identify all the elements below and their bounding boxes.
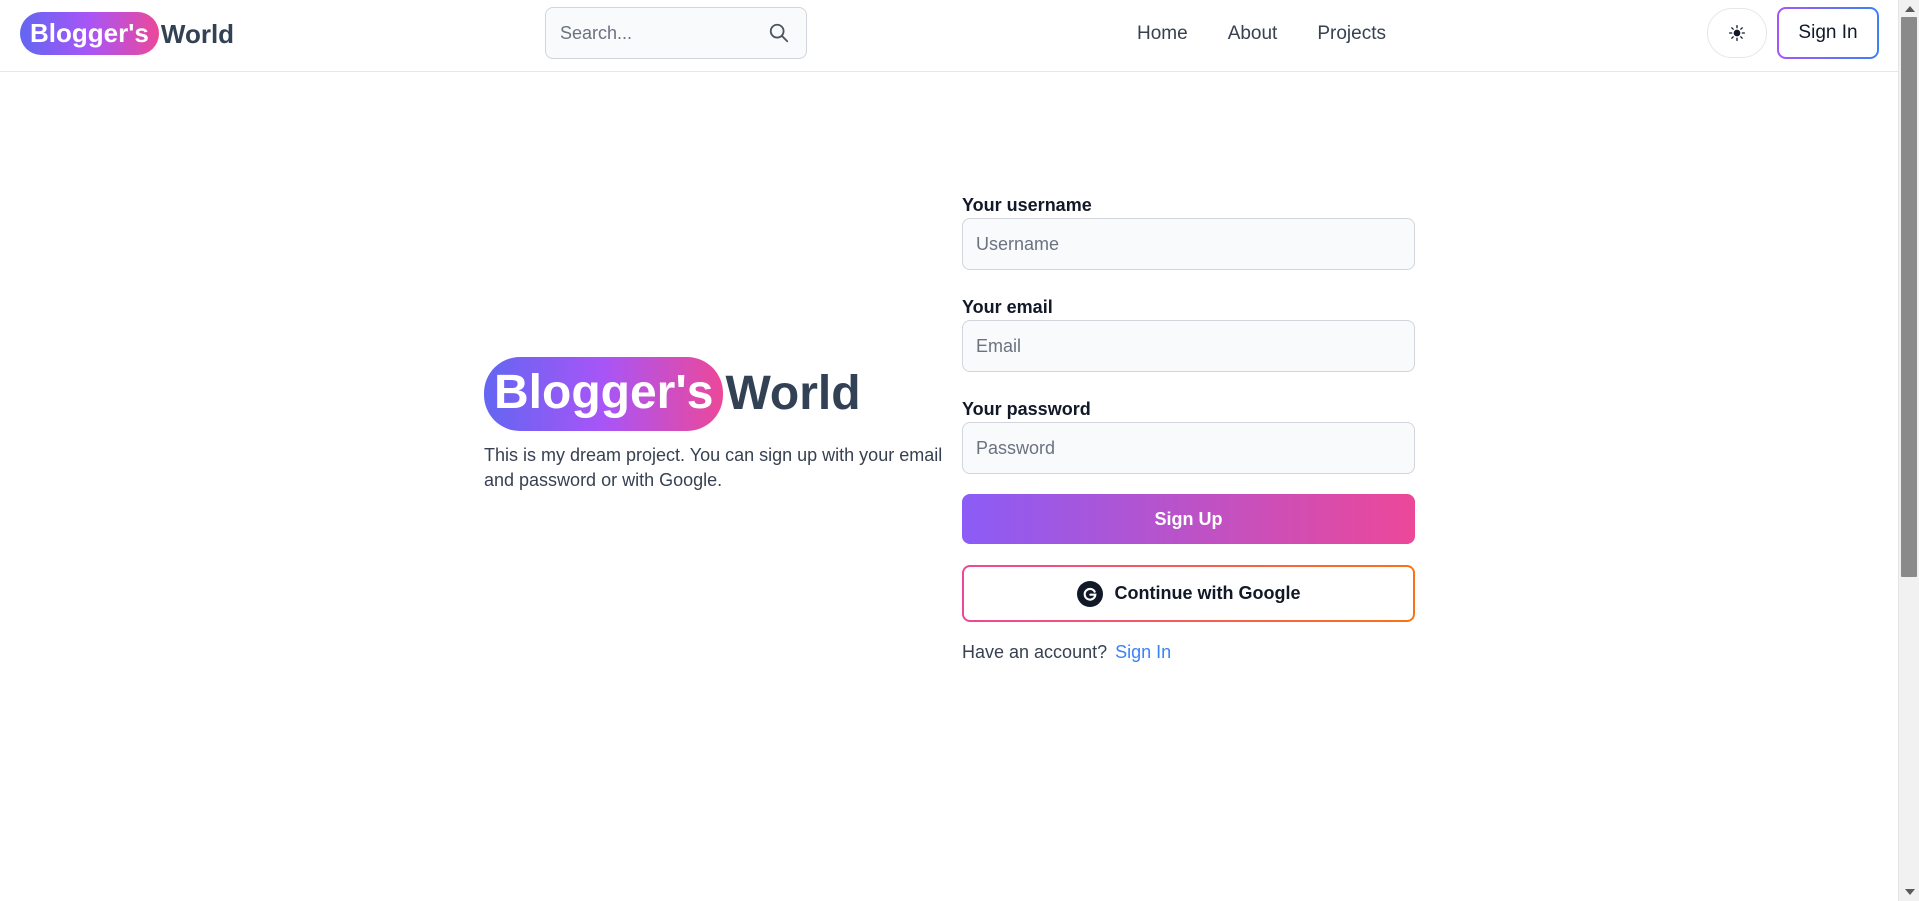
signup-button[interactable]: Sign Up — [962, 494, 1415, 544]
signin-link[interactable]: Sign In — [1115, 642, 1171, 662]
scroll-down-arrow-icon[interactable] — [1905, 889, 1915, 895]
nav-link-projects[interactable]: Projects — [1317, 23, 1386, 45]
search-input[interactable] — [558, 21, 758, 45]
password-label: Your password — [962, 399, 1091, 419]
scroll-up-arrow-icon[interactable] — [1905, 6, 1915, 12]
search-icon[interactable] — [768, 22, 790, 44]
signin-button-label: Sign In — [1779, 9, 1877, 57]
search-box — [545, 7, 807, 59]
google-signin-label: Continue with Google — [1114, 583, 1301, 603]
signup-form: Your username Your email Your password S… — [962, 192, 1415, 663]
scrollbar[interactable] — [1898, 0, 1919, 901]
hero-brand-rest: World — [725, 367, 861, 420]
brand-rest: World — [160, 18, 235, 49]
nav-links: Home About Projects — [1137, 0, 1386, 68]
scroll-thumb[interactable] — [1901, 17, 1917, 577]
theme-toggle-button[interactable] — [1707, 8, 1767, 58]
google-signin-button[interactable]: Continue with Google — [962, 565, 1415, 622]
hero-description: This is my dream project. You can sign u… — [484, 445, 943, 490]
brand-logo[interactable]: Blogger's World — [20, 12, 234, 55]
navbar: Blogger's World Home About Projects Sign… — [0, 0, 1898, 72]
sun-icon — [1729, 25, 1745, 41]
username-label: Your username — [962, 195, 1092, 215]
signin-button[interactable]: Sign In — [1777, 7, 1879, 59]
nav-link-about[interactable]: About — [1228, 23, 1278, 45]
account-row: Have an account? Sign In — [962, 642, 1415, 663]
account-text: Have an account? — [962, 642, 1108, 662]
password-input[interactable] — [962, 422, 1415, 474]
google-signin-inner: Continue with Google — [964, 567, 1413, 620]
nav-link-home[interactable]: Home — [1137, 23, 1188, 45]
brand-pill: Blogger's — [20, 12, 159, 55]
email-label: Your email — [962, 297, 1053, 317]
email-input[interactable] — [962, 320, 1415, 372]
hero-brand-logo: Blogger's World — [484, 357, 861, 431]
username-input[interactable] — [962, 218, 1415, 270]
hero-brand-pill: Blogger's — [484, 357, 724, 431]
google-icon — [1076, 580, 1103, 607]
